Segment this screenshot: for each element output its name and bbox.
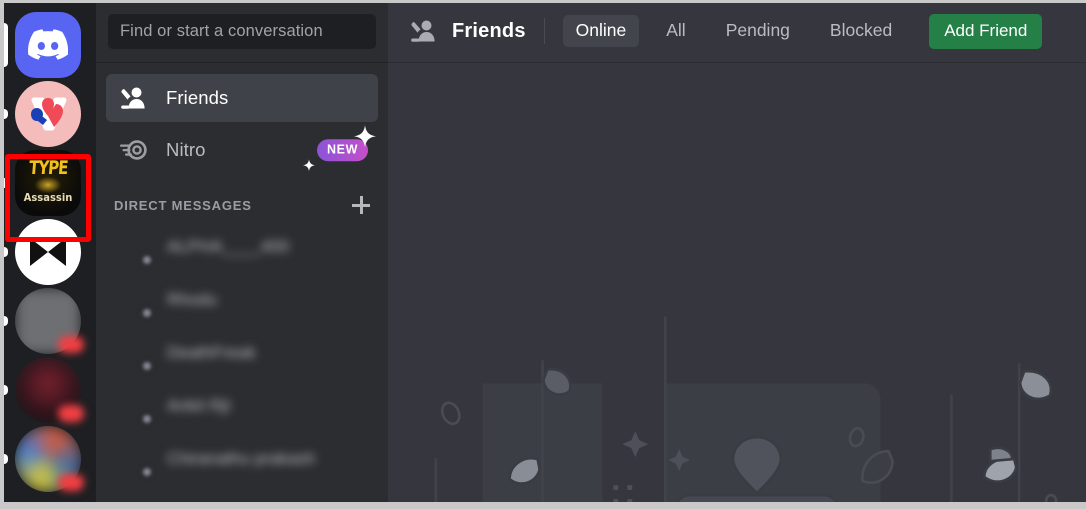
assassin-art-emblem	[35, 177, 61, 193]
tab-pending[interactable]: Pending	[713, 15, 803, 47]
window-top-edge	[0, 0, 1086, 3]
direct-messages-label: DIRECT MESSAGES	[114, 197, 252, 213]
nitro-new-badge-group: NEW	[303, 125, 376, 171]
sidebar-item-friends-label: Friends	[166, 87, 229, 108]
list-item[interactable]: Rhodu	[106, 273, 378, 326]
assassin-art-top: TYPE	[27, 156, 69, 180]
sidebar-nav-list: Friends Nitro NEW	[96, 62, 388, 174]
server-item-2[interactable]	[0, 79, 96, 148]
avatar	[114, 227, 154, 267]
status-badge	[140, 253, 154, 267]
avatar	[114, 439, 154, 479]
friends-wave-glyph	[411, 20, 435, 42]
list-item[interactable]: Chiranathu prakash	[106, 432, 378, 485]
list-item[interactable]: ALPHA____400	[106, 220, 378, 273]
server-item-6[interactable]	[0, 355, 96, 424]
plus-icon[interactable]	[352, 196, 370, 214]
nitro-boost-icon	[118, 135, 150, 165]
discord-logo-icon[interactable]	[15, 11, 81, 78]
list-item[interactable]: DeathFreak	[106, 326, 378, 379]
friends-empty-state	[388, 62, 1086, 509]
plants-and-shapes-illustration	[434, 316, 1058, 509]
avatar	[114, 280, 154, 320]
sidebar-item-nitro[interactable]: Nitro NEW	[106, 125, 378, 174]
avatar	[114, 386, 154, 426]
window-bottom-edge	[0, 502, 1086, 509]
list-item-label: Rhodu	[167, 289, 218, 309]
list-item-label: Ankit Rjt	[167, 395, 231, 415]
friends-wave-icon	[118, 83, 150, 113]
status-badge	[140, 465, 154, 479]
nitro-boost-glyph	[120, 140, 147, 160]
assassin-server-art: TYPE Assassin	[15, 149, 81, 216]
tab-online[interactable]: Online	[562, 15, 640, 47]
server-item-7[interactable]	[0, 424, 96, 493]
tab-blocked[interactable]: Blocked	[817, 15, 905, 47]
friends-toolbar: Friends Online All Pending Blocked Add F…	[388, 0, 1086, 62]
sidebar-item-nitro-label: Nitro	[166, 139, 206, 160]
bowtie-server-glyph	[30, 237, 66, 266]
window-left-edge	[0, 0, 4, 509]
assassin-art-bottom: Assassin	[23, 192, 73, 205]
search-placeholder: Find or start a conversation	[120, 22, 323, 40]
direct-messages-header: DIRECT MESSAGES	[96, 178, 388, 220]
tab-all[interactable]: All	[653, 15, 698, 47]
add-friend-button[interactable]: Add Friend	[929, 13, 1043, 49]
server-item-type-assassin[interactable]: TYPE Assassin	[0, 148, 96, 217]
list-item-label: DeathFreak	[167, 342, 256, 362]
search-input[interactable]: Find or start a conversation	[108, 14, 376, 49]
sidebar-item-friends[interactable]: Friends	[106, 74, 378, 122]
sparkle-icon	[354, 125, 376, 148]
unread-badge	[58, 405, 84, 422]
list-item-label: Chiranathu prakash	[167, 448, 316, 468]
unread-badge	[58, 336, 84, 353]
channel-sidebar: Find or start a conversation Friends Nit…	[96, 0, 388, 509]
friends-wave-glyph	[121, 87, 145, 109]
server-item-5[interactable]	[0, 286, 96, 355]
discord-logo-glyph	[28, 29, 68, 60]
discord-window: TYPE Assassin Find or start a conversati…	[0, 0, 1086, 509]
pink-server-glyph	[31, 97, 67, 130]
server-item-4[interactable]	[0, 217, 96, 286]
sparkle-small-icon	[303, 158, 316, 171]
search-bar-container: Find or start a conversation	[96, 0, 388, 62]
bowtie-server-icon[interactable]	[15, 218, 81, 285]
list-item[interactable]: Ankit Rjt	[106, 379, 378, 432]
status-badge	[140, 359, 154, 373]
unread-badge	[58, 474, 84, 491]
friends-wave-icon	[410, 19, 438, 43]
server-item-discord-home[interactable]	[0, 10, 96, 79]
status-badge	[140, 412, 154, 426]
pink-server-icon[interactable]	[15, 80, 81, 147]
direct-messages-list: ALPHA____400 Rhodu DeathFreak Ankit Rjt …	[96, 220, 388, 485]
page-title: Friends	[452, 19, 526, 42]
server-rail: TYPE Assassin	[0, 0, 96, 509]
status-badge	[140, 306, 154, 320]
list-item-label: ALPHA____400	[167, 236, 289, 256]
main-content: Friends Online All Pending Blocked Add F…	[388, 0, 1086, 509]
toolbar-divider	[543, 18, 545, 44]
assassin-server-icon[interactable]: TYPE Assassin	[15, 149, 81, 216]
avatar	[114, 333, 154, 373]
